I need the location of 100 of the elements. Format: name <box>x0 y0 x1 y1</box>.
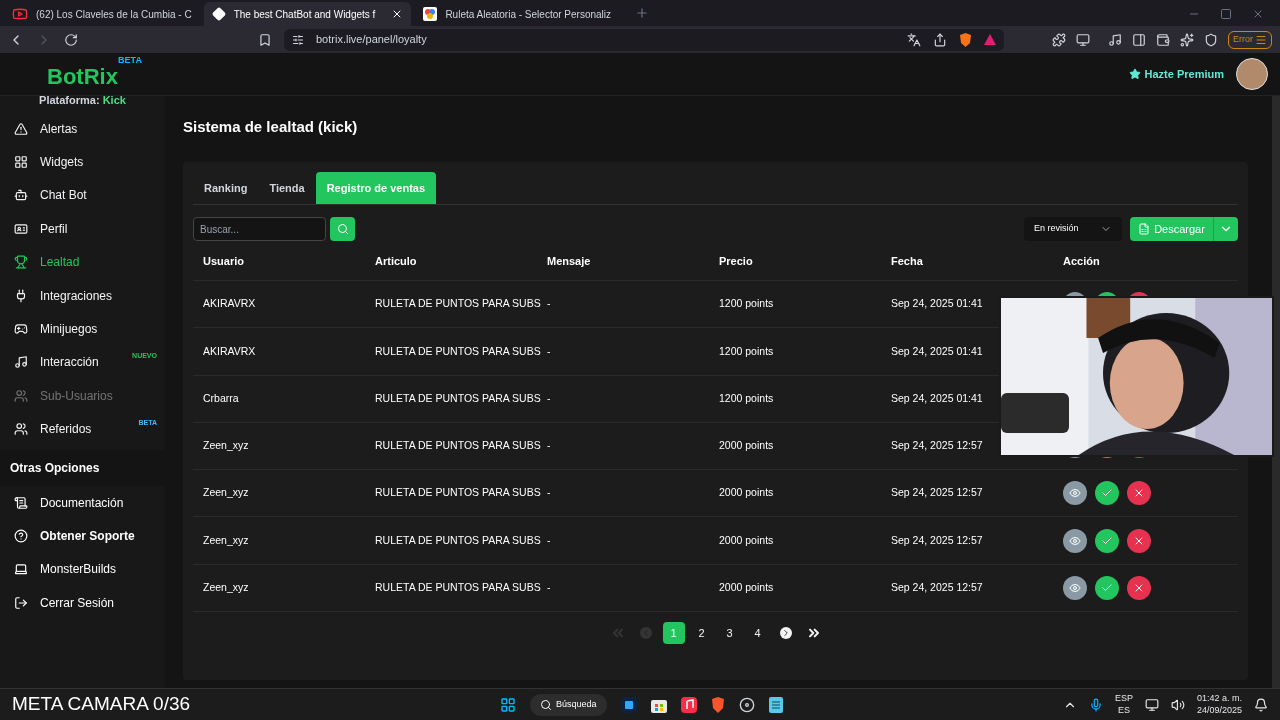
chevron-right-icon <box>779 627 792 640</box>
dropdown-toggle[interactable] <box>1213 217 1238 241</box>
triangle-icon[interactable] <box>984 34 996 45</box>
sidebar-item[interactable]: Chat Bot <box>0 178 165 213</box>
music-app-icon[interactable] <box>680 696 697 713</box>
logout-icon <box>14 595 28 610</box>
sidebar-item[interactable]: Integraciones <box>0 278 165 313</box>
beta-label: BETA <box>118 53 142 67</box>
photoshop-icon[interactable] <box>620 696 637 713</box>
address-bar[interactable]: botrix.live/panel/loyalty <box>284 28 1004 51</box>
reload-icon[interactable] <box>64 32 78 47</box>
page-title: Sistema de lealtad (kick) <box>183 117 359 137</box>
star-icon <box>1128 68 1141 80</box>
notepad-icon[interactable] <box>768 696 783 713</box>
screen-icon[interactable] <box>1076 32 1090 47</box>
shield-icon[interactable] <box>1204 32 1218 47</box>
language-text[interactable]: ESP <box>1114 693 1133 705</box>
column-header: Precio <box>718 254 754 270</box>
browser-tab[interactable]: The best ChatBot and Widgets f <box>203 2 412 26</box>
network-icon[interactable] <box>1144 697 1159 712</box>
table-cell-text: 1200 points <box>718 390 775 406</box>
maximize-icon[interactable] <box>1220 8 1232 20</box>
windows-start-icon[interactable] <box>500 696 516 713</box>
spreadsheet-icon <box>1138 223 1151 235</box>
clock-date[interactable]: 24/09/2025 <box>1196 704 1242 716</box>
sidebar-item[interactable]: MonsterBuilds <box>0 552 165 587</box>
region-text[interactable]: ES <box>1117 704 1130 716</box>
table-cell-text: 2000 points <box>718 485 775 501</box>
page-button[interactable]: 2 <box>690 622 713 645</box>
table-cell-text: Sep 24, 2025 01:41 <box>890 390 984 406</box>
taskbar-search[interactable]: Búsqueda <box>530 693 607 716</box>
tab[interactable]: Tienda <box>258 172 316 204</box>
table-cell-text: Sep 24, 2025 01:41 <box>890 296 984 312</box>
reject-button[interactable] <box>1127 575 1151 600</box>
extensions-icon[interactable] <box>1052 32 1066 47</box>
search-button[interactable] <box>330 217 355 241</box>
table-cell-text: Zeen_xyz <box>202 532 250 548</box>
approve-button[interactable] <box>1095 575 1119 600</box>
table-cell-text: 2000 points <box>718 438 775 454</box>
search-field[interactable]: Buscar... <box>193 217 326 241</box>
table-cell-text: Sep 24, 2025 12:57 <box>890 485 984 501</box>
site-settings-icon[interactable] <box>292 33 304 46</box>
wallet-icon[interactable] <box>1156 32 1170 47</box>
table-cell-text: Zeen_xyz <box>202 438 250 454</box>
premium-link[interactable]: Hazte Premium <box>1128 65 1224 83</box>
sidebar-item[interactable]: Cerrar Sesión <box>0 586 165 620</box>
platform-label: Plataforma: Kick <box>39 94 126 106</box>
error-button[interactable]: Error <box>1228 30 1272 49</box>
bookmark-icon[interactable] <box>258 32 272 47</box>
sidebar-item[interactable]: Alertas <box>0 112 165 146</box>
table-cell-text: Sep 24, 2025 12:57 <box>890 438 984 454</box>
tab[interactable]: Ranking <box>193 172 259 204</box>
page-button[interactable]: 3 <box>718 622 741 645</box>
plug-icon <box>14 288 28 303</box>
lion-shield-icon[interactable] <box>710 696 725 713</box>
microphone-icon[interactable] <box>1088 697 1103 712</box>
view-button[interactable] <box>1063 575 1087 600</box>
menu-icon <box>1255 33 1267 46</box>
notification-icon[interactable] <box>1254 697 1268 712</box>
sparkles-icon[interactable] <box>1180 32 1194 47</box>
sidebar-item[interactable]: Lealtad <box>0 245 165 279</box>
sidebar-item[interactable]: Perfil <box>0 212 165 246</box>
approve-button[interactable] <box>1095 481 1119 506</box>
reject-button[interactable] <box>1127 481 1151 506</box>
browser-tab[interactable]: (62) Los Claveles de la Cumbia - C <box>4 2 200 26</box>
trophy-icon <box>14 255 28 270</box>
view-button[interactable] <box>1063 481 1087 506</box>
chevron-left-icon <box>639 627 652 640</box>
scroll-icon <box>14 495 28 510</box>
volume-icon[interactable] <box>1170 697 1185 712</box>
table-cell-text: AKIRAVRX <box>202 343 257 359</box>
reject-button[interactable] <box>1127 528 1151 553</box>
warning-icon <box>14 121 28 136</box>
recording-app-icon[interactable] <box>738 696 755 713</box>
scrollbar[interactable] <box>1272 96 1280 688</box>
browser-tab[interactable]: Ruleta Aleatoria - Selector Personaliz <box>415 2 619 26</box>
approve-button[interactable] <box>1095 528 1119 553</box>
table-cell-text: Zeen_xyz <box>202 485 250 501</box>
share-icon[interactable] <box>933 32 947 47</box>
view-button[interactable] <box>1063 528 1087 553</box>
sidebar-icon[interactable] <box>1132 32 1146 47</box>
eye-icon <box>1069 534 1081 547</box>
sidebar-item[interactable]: Obtener Soporte <box>0 519 165 553</box>
table-cell-text: 2000 points <box>718 580 775 596</box>
id-card-icon <box>14 221 28 236</box>
column-header: Acción <box>1062 254 1101 270</box>
lion-shield-icon[interactable] <box>959 32 972 47</box>
page-button[interactable]: 4 <box>746 622 769 645</box>
section-title: Otras Opciones <box>10 459 100 477</box>
translate-icon[interactable] <box>907 32 921 47</box>
status-dropdown[interactable]: En revisión <box>1024 217 1122 241</box>
table-cell-text: 1200 points <box>718 343 775 359</box>
sidebar-item[interactable]: Documentación <box>0 485 165 520</box>
table-cell-text: AKIRAVRX <box>202 296 257 312</box>
avatar[interactable] <box>1236 58 1268 90</box>
clock-time[interactable]: 01:42 a. m. <box>1196 693 1242 705</box>
music-note-icon[interactable] <box>1108 32 1122 47</box>
sidebar-item[interactable]: Minijuegos <box>0 312 165 346</box>
logo-text[interactable]: BotRix <box>47 63 118 89</box>
sidebar-item[interactable]: Widgets <box>0 145 165 179</box>
